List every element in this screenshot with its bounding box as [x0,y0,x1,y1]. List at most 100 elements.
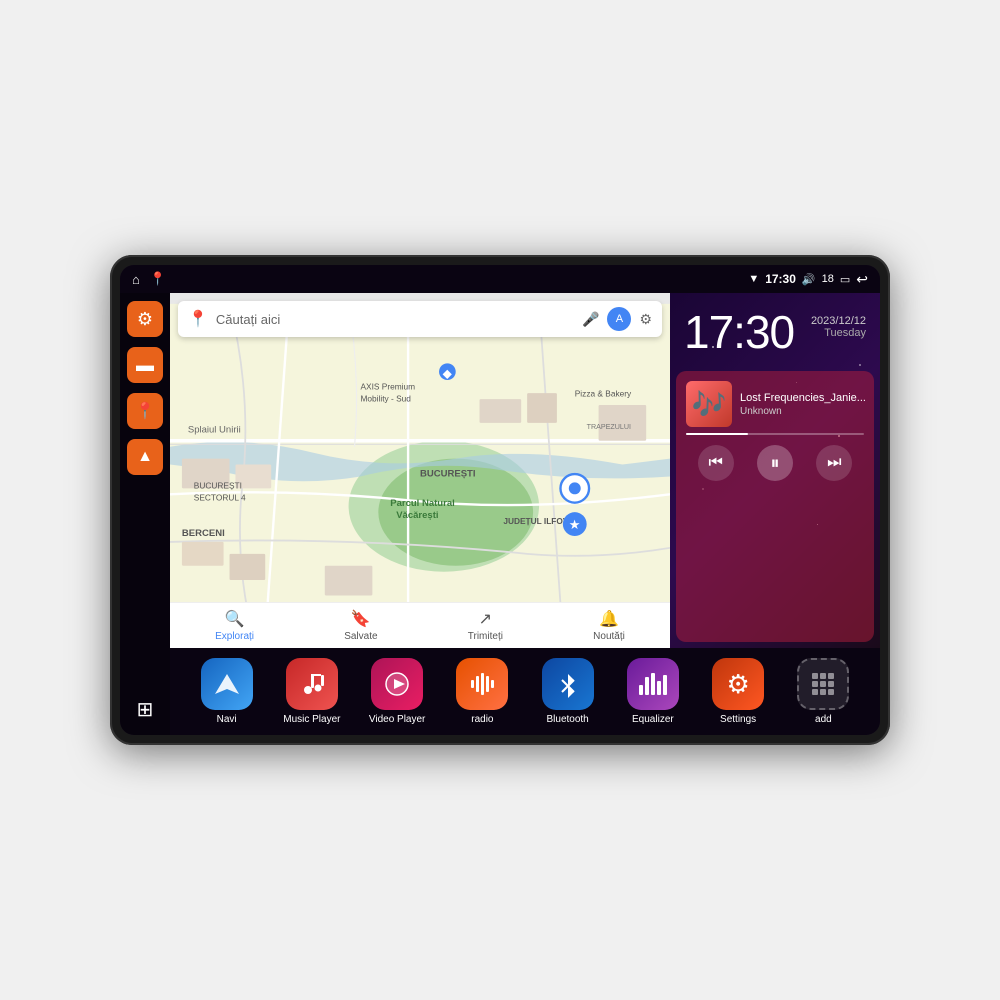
music-controls: ⏮ ⏸ ⏭ [686,445,864,481]
map-svg: Splaiul Unirii BUCUREȘTI SECTORUL 4 BERC… [170,293,670,648]
clock-date: 2023/12/12 [811,315,866,327]
wifi-icon: ▼ [748,273,759,285]
svg-text:BUCUREȘTI: BUCUREȘTI [420,468,476,479]
app-item-equalizer[interactable]: Equalizer [623,658,683,725]
content-area: Splaiul Unirii BUCUREȘTI SECTORUL 4 BERC… [170,293,880,735]
bluetooth-app-icon [542,658,594,710]
music-progress-bar[interactable] [686,433,864,435]
equalizer-label: Equalizer [632,714,674,725]
clock-day: Tuesday [811,327,866,339]
sidebar-btn-maps[interactable]: 📍 [127,393,163,429]
settings-gear-icon: ⚙ [726,669,749,700]
main-area: ⚙ ▬ 📍 ▲ ⊞ [120,293,880,735]
car-infotainment-device: ⌂ 📍 ▼ 17:30 🔊 18 ▭ ↩ ⚙ ▬ [110,255,890,745]
map-search-bar[interactable]: 📍 Căutați aici 🎤 A ⚙ [178,301,662,337]
app-item-add[interactable]: add [793,658,853,725]
app-item-music-player[interactable]: Music Player [282,658,342,725]
equalizer-app-icon [627,658,679,710]
apps-grid-icon: ⊞ [137,697,154,722]
google-maps-icon: 📍 [188,309,208,329]
user-avatar[interactable]: A [607,307,631,331]
svg-text:BUCUREȘTI: BUCUREȘTI [194,480,242,490]
music-player-label: Music Player [283,714,340,725]
send-label: Trimiteți [468,631,503,642]
status-right-info: ▼ 17:30 🔊 18 ▭ ↩ [748,271,868,288]
battery-icon: ▭ [840,273,850,286]
sidebar-btn-apps[interactable]: ⊞ [127,691,163,727]
explore-label: Explorați [215,631,254,642]
app-item-bluetooth[interactable]: Bluetooth [538,658,598,725]
gear-sidebar-icon: ⚙ [137,309,153,330]
svg-text:Mobility - Sud: Mobility - Sud [360,393,411,403]
pause-button[interactable]: ⏸ [757,445,793,481]
search-placeholder[interactable]: Căutați aici [216,312,574,327]
app-grid: Navi [184,658,866,725]
battery-level: 18 [822,273,834,285]
sidebar-btn-navigation[interactable]: ▲ [127,439,163,475]
svg-text:★: ★ [569,517,581,532]
status-time: 17:30 [765,272,796,286]
news-label: Noutăți [593,631,625,642]
map-pin-icon: 📍 [135,401,155,421]
map-explore-btn[interactable]: 🔍 Explorați [215,609,254,642]
music-artist: Unknown [740,406,866,417]
svg-text:SECTORUL 4: SECTORUL 4 [194,492,246,502]
navi-label: Navi [217,714,237,725]
map-saved-btn[interactable]: 🔖 Salvate [344,609,377,642]
saved-icon: 🔖 [351,609,371,629]
map-news-btn[interactable]: 🔔 Noutăți [593,609,625,642]
music-title: Lost Frequencies_Janie... [740,392,866,404]
map-container[interactable]: Splaiul Unirii BUCUREȘTI SECTORUL 4 BERC… [170,293,670,648]
video-player-label: Video Player [369,714,426,725]
svg-text:TRAPEZULUI: TRAPEZULUI [587,423,631,431]
svg-text:◆: ◆ [443,367,453,381]
sidebar: ⚙ ▬ 📍 ▲ ⊞ [120,293,170,735]
svg-text:Splaiul Unirii: Splaiul Unirii [188,424,241,435]
microphone-icon[interactable]: 🎤 [582,311,599,328]
previous-track-button[interactable]: ⏮ [698,445,734,481]
home-icon[interactable]: ⌂ [132,272,140,287]
explore-icon: 🔍 [225,609,245,629]
map-settings-icon[interactable]: ⚙ [639,311,652,328]
sidebar-btn-settings[interactable]: ⚙ [127,301,163,337]
app-item-settings[interactable]: ⚙ Settings [708,658,768,725]
status-left-icons: ⌂ 📍 [132,271,166,287]
back-icon[interactable]: ↩ [856,271,868,288]
svg-text:AXIS Premium: AXIS Premium [360,382,415,392]
video-icon-svg [383,670,411,698]
music-info: Lost Frequencies_Janie... Unknown [740,392,866,417]
app-item-video-player[interactable]: Video Player [367,658,427,725]
add-app-icon [797,658,849,710]
clock-time: 17:30 [684,309,794,355]
radio-app-icon [456,658,508,710]
bluetooth-label: Bluetooth [546,714,588,725]
files-icon: ▬ [136,355,154,376]
top-section: Splaiul Unirii BUCUREȘTI SECTORUL 4 BERC… [170,293,880,648]
music-section[interactable]: 🎶 Lost Frequencies_Janie... Unknown [676,371,874,642]
svg-text:Văcărești: Văcărești [396,510,438,521]
music-player-app-icon [286,658,338,710]
volume-icon: 🔊 [802,273,816,286]
next-track-button[interactable]: ⏭ [816,445,852,481]
music-track-row: 🎶 Lost Frequencies_Janie... Unknown [686,381,864,427]
bluetooth-icon-svg [554,670,582,698]
saved-label: Salvate [344,631,377,642]
clock-section: 17:30 2023/12/12 Tuesday [670,293,880,365]
maps-status-icon[interactable]: 📍 [150,271,166,287]
app-item-radio[interactable]: radio [452,658,512,725]
device-screen: ⌂ 📍 ▼ 17:30 🔊 18 ▭ ↩ ⚙ ▬ [120,265,880,735]
sidebar-btn-files[interactable]: ▬ [127,347,163,383]
settings-app-icon: ⚙ [712,658,764,710]
app-item-navi[interactable]: Navi [197,658,257,725]
radio-label: radio [471,714,493,725]
eq-bars-icon [639,673,667,695]
map-send-btn[interactable]: ↗ Trimiteți [468,609,503,642]
navi-app-icon [201,658,253,710]
add-grid-icon [812,673,834,695]
add-label: add [815,714,832,725]
video-player-app-icon [371,658,423,710]
svg-text:JUDEȚUL ILFOV: JUDEȚUL ILFOV [503,516,569,526]
music-progress-fill [686,433,748,435]
svg-text:Pizza & Bakery: Pizza & Bakery [575,389,632,399]
app-grid-section: Navi [170,648,880,735]
